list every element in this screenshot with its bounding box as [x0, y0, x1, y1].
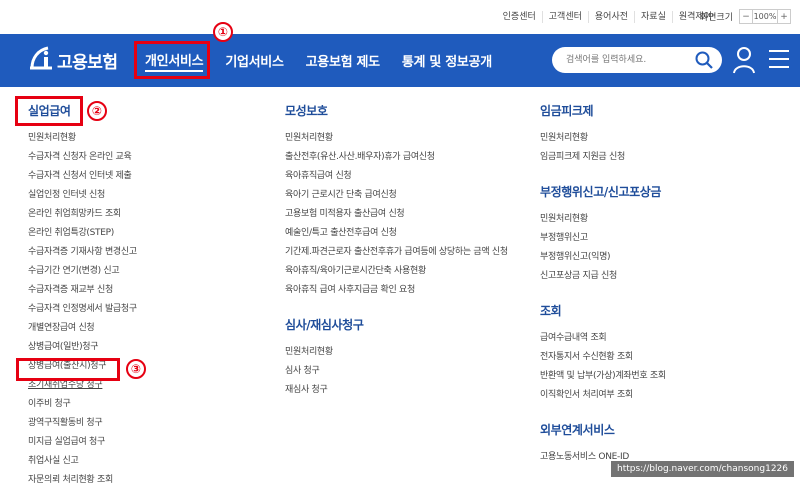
- list-item[interactable]: 수급자격증 기재사항 변경신고: [28, 243, 137, 262]
- unemployment-list: 민원처리현황 수급자격 신청자 온라인 교육 수급자격 신청서 인터넷 제출 실…: [28, 129, 137, 483]
- list-item[interactable]: 이직확인서 처리여부 조회: [540, 386, 666, 405]
- annotation-box-3: [16, 358, 120, 381]
- fraud-report-list: 민원처리현황 부정행위신고 부정행위신고(익명) 신고포상금 지급 신청: [540, 210, 666, 286]
- list-item[interactable]: 민원처리현황: [540, 210, 666, 229]
- list-item[interactable]: 이주비 청구: [28, 395, 137, 414]
- list-item[interactable]: 반환액 및 납부(가상)계좌번호 조회: [540, 367, 666, 386]
- list-item[interactable]: 출산전후(유산.사산.배우자)휴가 급여신청: [285, 148, 508, 167]
- list-item[interactable]: 온라인 취업희망카드 조회: [28, 205, 137, 224]
- list-item[interactable]: 취업사실 신고: [28, 452, 137, 471]
- hamburger-menu-icon[interactable]: [768, 49, 790, 69]
- list-item[interactable]: 민원처리현황: [28, 129, 137, 148]
- list-item[interactable]: 민원처리현황: [285, 129, 508, 148]
- list-item[interactable]: 상병급여(일반)청구: [28, 338, 137, 357]
- annotation-badge-1: ①: [213, 22, 233, 42]
- list-item[interactable]: 재심사 청구: [285, 381, 508, 400]
- search-input[interactable]: [566, 52, 691, 68]
- list-item[interactable]: 부정행위신고: [540, 229, 666, 248]
- list-item[interactable]: 광역구직활동비 청구: [28, 414, 137, 433]
- list-item[interactable]: 육아휴직/육아기근로시간단축 사용현황: [285, 262, 508, 281]
- list-item[interactable]: 급여수급내역 조회: [540, 329, 666, 348]
- annotation-box-1: [134, 41, 210, 79]
- list-item[interactable]: 개별연장급여 신청: [28, 319, 137, 338]
- list-item[interactable]: 민원처리현황: [285, 343, 508, 362]
- utility-link-glossary[interactable]: 용어사전: [589, 11, 636, 23]
- menu-statistics[interactable]: 통계 및 정보공개: [402, 51, 492, 70]
- maternity-list: 민원처리현황 출산전후(유산.사산.배우자)휴가 급여신청 육아휴직급여 신청 …: [285, 129, 508, 300]
- blog-watermark: https://blog.naver.com/chansong1226: [610, 461, 794, 477]
- menu-insurance-system[interactable]: 고용보험 제도: [306, 51, 380, 70]
- list-item[interactable]: 실업인정 인터넷 신청: [28, 186, 137, 205]
- utility-link-archive[interactable]: 자료실: [635, 11, 673, 23]
- list-item[interactable]: 육아휴직급여 신청: [285, 167, 508, 186]
- logo-icon: [30, 46, 52, 70]
- list-item[interactable]: 수급자격 인정명세서 발급청구: [28, 300, 137, 319]
- zoom-out-button[interactable]: −: [739, 9, 753, 24]
- list-item[interactable]: 심사 청구: [285, 362, 508, 381]
- logo-text: 고용보험: [57, 52, 118, 73]
- list-item[interactable]: 예술인/특고 출산전후급여 신청: [285, 224, 508, 243]
- list-item[interactable]: 자문의뢰 처리현황 조회: [28, 471, 137, 483]
- list-item[interactable]: 미지급 실업급여 청구: [28, 433, 137, 452]
- list-item[interactable]: 전자통지서 수신현황 조회: [540, 348, 666, 367]
- zoom-value: 100%: [753, 9, 777, 24]
- zoom-label: 화면크기: [699, 13, 733, 23]
- section-title-appeal[interactable]: 심사/재심사청구: [285, 314, 508, 336]
- section-title-fraud-report[interactable]: 부정행위신고/신고포상금: [540, 181, 666, 203]
- site-logo[interactable]: 고용보험: [28, 46, 118, 74]
- utility-links: 인증센터 고객센터 용어사전 자료실 원격제어: [497, 11, 718, 23]
- list-item[interactable]: 고용보험 미적용자 출산급여 신청: [285, 205, 508, 224]
- list-item[interactable]: 수급자격증 재교부 신청: [28, 281, 137, 300]
- utility-bar: 인증센터 고객센터 용어사전 자료실 원격제어 화면크기 − 100% +: [0, 0, 800, 34]
- list-item[interactable]: 민원처리현황: [540, 129, 666, 148]
- section-title-maternity[interactable]: 모성보호: [285, 100, 508, 122]
- sitemap-column-wage-peak: 임금피크제 민원처리현황 임금피크제 지원금 신청 부정행위신고/신고포상금 민…: [540, 100, 666, 467]
- list-item[interactable]: 신고포상금 지급 신청: [540, 267, 666, 286]
- list-item[interactable]: 육아휴직 급여 사후지급금 확인 요청: [285, 281, 508, 300]
- search-icon[interactable]: [694, 50, 714, 70]
- zoom-control: 화면크기 − 100% +: [700, 9, 791, 24]
- list-item[interactable]: 임금피크제 지원금 신청: [540, 148, 666, 167]
- list-item[interactable]: 육아기 근로시간 단축 급여신청: [285, 186, 508, 205]
- list-item[interactable]: 수급기간 연기(변경) 신고: [28, 262, 137, 281]
- sitemap-column-maternity: 모성보호 민원처리현황 출산전후(유산.사산.배우자)휴가 급여신청 육아휴직급…: [285, 100, 508, 400]
- list-item[interactable]: 부정행위신고(익명): [540, 248, 666, 267]
- list-item[interactable]: 수급자격 신청자 온라인 교육: [28, 148, 137, 167]
- inquiry-list: 급여수급내역 조회 전자통지서 수신현황 조회 반환액 및 납부(가상)계좌번호…: [540, 329, 666, 405]
- list-item[interactable]: 수급자격 신청서 인터넷 제출: [28, 167, 137, 186]
- section-title-inquiry[interactable]: 조회: [540, 300, 666, 322]
- menu-business-services[interactable]: 기업서비스: [225, 51, 284, 70]
- utility-link-cert-center[interactable]: 인증센터: [497, 11, 543, 23]
- main-nav: 고용보험 개인서비스 기업서비스 고용보험 제도 통계 및 정보공개: [0, 34, 800, 87]
- list-item[interactable]: 온라인 취업특강(STEP): [28, 224, 137, 243]
- user-icon[interactable]: [732, 46, 756, 74]
- search-box: [552, 47, 722, 73]
- section-title-external[interactable]: 외부연계서비스: [540, 419, 666, 441]
- annotation-badge-3: ③: [126, 359, 146, 379]
- annotation-badge-2: ②: [87, 101, 107, 121]
- appeal-list: 민원처리현황 심사 청구 재심사 청구: [285, 343, 508, 400]
- zoom-in-button[interactable]: +: [777, 9, 791, 24]
- sitemap-column-unemployment: 실업급여 민원처리현황 수급자격 신청자 온라인 교육 수급자격 신청서 인터넷…: [28, 100, 137, 483]
- wage-peak-list: 민원처리현황 임금피크제 지원금 신청: [540, 129, 666, 167]
- utility-link-customer-center[interactable]: 고객센터: [543, 11, 589, 23]
- section-title-wage-peak[interactable]: 임금피크제: [540, 100, 666, 122]
- list-item[interactable]: 기간제.파견근로자 출산전후휴가 급여등에 상당하는 금액 신청: [285, 243, 508, 262]
- annotation-box-2: [15, 96, 83, 126]
